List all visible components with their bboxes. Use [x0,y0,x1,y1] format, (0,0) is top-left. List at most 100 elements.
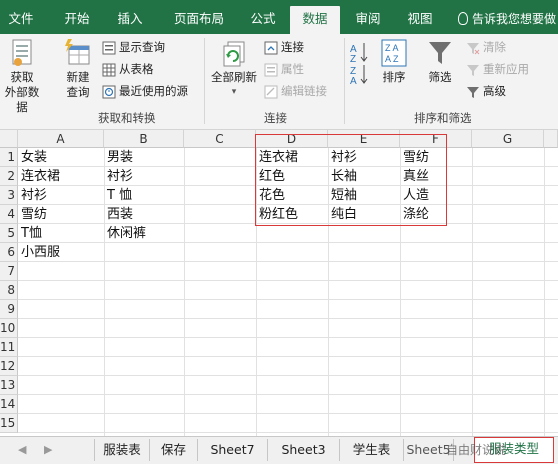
tab-formulas[interactable]: 公式 [240,8,286,34]
ribbon-tab-bar: 文件 开始 插入 页面布局 公式 数据 审阅 视图 告诉我您想要做 [0,0,558,34]
row-header-14[interactable]: 14 [0,395,18,414]
row-header-13[interactable]: 13 [0,376,18,395]
cell-b5[interactable]: 休闲裤 [104,224,146,243]
tab-review[interactable]: 审阅 [344,8,392,34]
sort-ascending-button[interactable]: A Z Z A [348,40,372,88]
sheet-tab-xueshengbiao[interactable]: 学生表 [340,439,404,461]
scroll-left-icon[interactable]: ◀ [18,443,26,456]
watermark-text: 自由财说说 [446,443,507,457]
gridline [18,242,558,243]
new-query-button[interactable]: 新建 查询 [58,38,98,100]
tab-file[interactable]: 文件 [0,8,42,34]
cell-a3[interactable]: 衬衫 [18,186,47,205]
cell-a5[interactable]: T恤 [18,224,42,243]
cell-a2[interactable]: 连衣裙 [18,167,60,186]
lightbulb-icon [458,12,468,25]
gridline [184,148,185,436]
get-external-data-button[interactable]: 获取 外部数据 [0,38,44,115]
row-header-11[interactable]: 11 [0,338,18,357]
recent-sources-icon [102,85,116,98]
show-query-icon [102,41,116,54]
gridline [18,375,558,376]
cell-b4[interactable]: 西装 [104,205,133,224]
gridline [472,148,473,436]
sort-icon: Z A A Z [381,39,407,67]
tell-me-box[interactable]: 告诉我您想要做 [458,10,556,27]
connections-label: 连接 [281,40,304,54]
row-header-1[interactable]: 1 [0,148,18,167]
column-header-g[interactable]: G [472,130,544,148]
sheet-tab-sheet3[interactable]: Sheet3 [268,439,340,461]
sheet-tab-bar: ◀ ▶ 服装表 保存 Sheet7 Sheet3 学生表 Sheet5 服装类型… [0,436,558,464]
column-header-h[interactable] [544,130,558,148]
row-header-5[interactable]: 5 [0,224,18,243]
gridline [18,337,558,338]
filter-button[interactable]: 筛选 [420,38,460,85]
cell-b3[interactable]: T 恤 [104,186,132,205]
svg-text:A: A [350,76,357,84]
row-header-6[interactable]: 6 [0,243,18,262]
sort-button[interactable]: Z A A Z 排序 [374,38,414,85]
refresh-icon [223,41,245,67]
connections-button[interactable]: 连接 [264,38,304,56]
gridline [18,432,558,433]
group-label-get-transform: 获取和转换 [98,111,156,125]
select-all-corner[interactable] [0,130,18,148]
tell-me-text: 告诉我您想要做 [472,12,557,26]
sheet-tab-baocun[interactable]: 保存 [150,439,198,461]
column-header-b[interactable]: B [104,130,184,148]
row-header-7[interactable]: 7 [0,262,18,281]
row-header-2[interactable]: 2 [0,167,18,186]
properties-button[interactable]: 属性 [264,60,304,78]
cell-a1[interactable]: 女装 [18,148,47,167]
new-query-label-2: 查询 [66,85,90,99]
group-divider [204,38,205,124]
show-query-button[interactable]: 显示查询 [102,38,165,56]
cell-b1[interactable]: 男装 [104,148,133,167]
row-header-15[interactable]: 15 [0,414,18,433]
column-header-a[interactable]: A [18,130,104,148]
svg-text:Z: Z [350,54,356,65]
gridline [544,148,545,436]
sheet-tab-sheet7[interactable]: Sheet7 [198,439,268,461]
svg-text:A Z: A Z [385,54,399,64]
tab-home[interactable]: 开始 [52,8,102,34]
row-header-12[interactable]: 12 [0,357,18,376]
cell-a4[interactable]: 雪纺 [18,205,47,224]
tab-view[interactable]: 视图 [396,8,444,34]
worksheet-grid[interactable]: A B C D E F G 1 2 3 4 5 6 7 8 9 10 11 12… [0,130,558,436]
cell-b2[interactable]: 衬衫 [104,167,133,186]
gridline [18,299,558,300]
row-header-8[interactable]: 8 [0,281,18,300]
new-query-icon [65,39,90,65]
row-header-4[interactable]: 4 [0,205,18,224]
advanced-filter-button[interactable]: 高级 [466,82,506,100]
column-header-c[interactable]: C [184,130,256,148]
sort-az-icon: A Z Z A [350,43,368,87]
sheet-tab-fuzhuangbiao[interactable]: 服装表 [94,439,150,461]
scroll-right-icon[interactable]: ▶ [44,443,52,456]
clear-filter-button[interactable]: 清除 [466,38,506,56]
row-header-9[interactable]: 9 [0,300,18,319]
properties-label: 属性 [281,62,304,76]
refresh-all-button[interactable]: 全部刷新 ▾ [208,38,260,100]
cell-a6[interactable]: 小西服 [18,243,60,262]
row-header-10[interactable]: 10 [0,319,18,338]
clear-filter-icon [467,42,480,54]
tab-insert[interactable]: 插入 [106,8,154,34]
from-table-button[interactable]: 从表格 [102,60,154,78]
edit-links-button[interactable]: 编辑链接 [264,82,327,100]
group-label-sort-filter: 排序和筛选 [414,111,472,125]
row-header-3[interactable]: 3 [0,186,18,205]
filter-label: 筛选 [428,70,452,84]
tab-page-layout[interactable]: 页面布局 [162,8,236,34]
sort-label: 排序 [382,70,406,84]
reapply-button[interactable]: 重新应用 [466,60,529,78]
table-icon [102,63,116,76]
from-table-label: 从表格 [119,62,154,76]
refresh-dropdown-arrow-icon[interactable]: ▾ [208,85,260,100]
tab-data[interactable]: 数据 [290,6,340,34]
gridline [18,261,558,262]
highlight-box-d1-f4 [255,134,447,226]
recent-sources-button[interactable]: 最近使用的源 [102,82,188,100]
